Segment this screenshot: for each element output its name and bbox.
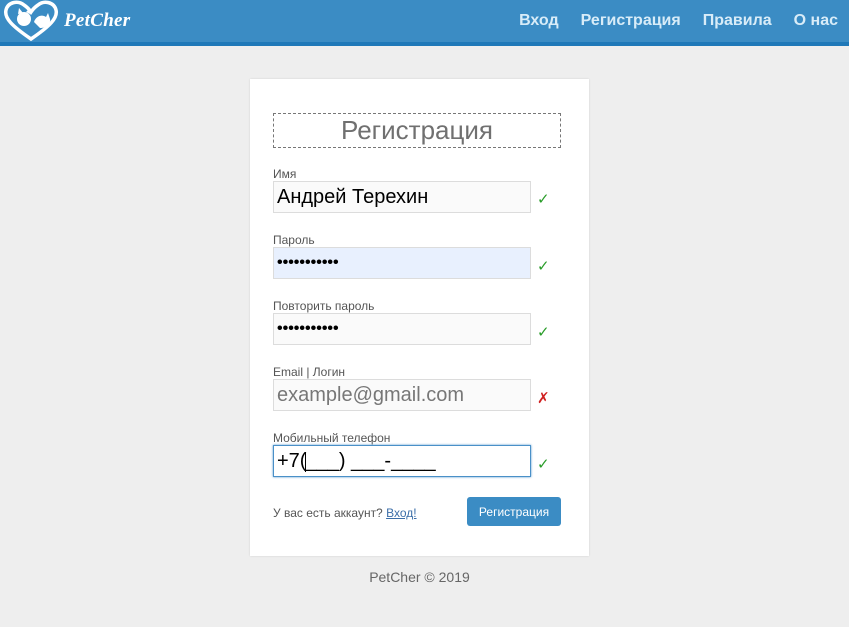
- phone-prefix: +7(: [277, 450, 307, 472]
- account-question: У вас есть аккаунт?: [273, 506, 383, 520]
- phone-input[interactable]: +7(___) ___-____: [273, 445, 531, 477]
- name-label: Имя: [273, 167, 297, 181]
- nav-about[interactable]: О нас: [794, 12, 838, 30]
- nav-register[interactable]: Регистрация: [581, 12, 681, 30]
- name-input[interactable]: Андрей Терехин: [273, 181, 531, 213]
- repeat-password-input[interactable]: •••••••••••: [273, 313, 531, 345]
- password-valid-check-icon: ✓: [537, 258, 550, 275]
- nav-login[interactable]: Вход: [519, 12, 559, 30]
- account-prompt: У вас есть аккаунт? Вход!: [273, 506, 417, 520]
- name-valid-check-icon: ✓: [537, 191, 550, 208]
- registration-card: Регистрация Имя Андрей Терехин ✓ Пароль …: [250, 79, 589, 556]
- heart-pets-icon: [2, 0, 60, 42]
- register-button[interactable]: Регистрация: [467, 497, 561, 526]
- phone-valid-check-icon: ✓: [537, 456, 550, 473]
- email-label: Email | Логин: [273, 365, 346, 379]
- password-label: Пароль: [273, 233, 315, 247]
- footer-copyright: PetCher © 2019: [369, 569, 470, 585]
- email-input[interactable]: example@gmail.com: [273, 379, 531, 411]
- nav-rules[interactable]: Правила: [703, 12, 772, 30]
- phone-label: Мобильный телефон: [273, 431, 391, 445]
- top-navbar: PetCher Вход Регистрация Правила О нас: [0, 0, 849, 46]
- password-input[interactable]: •••••••••••: [273, 247, 531, 279]
- repeat-password-label: Повторить пароль: [273, 299, 375, 313]
- phone-mask: ___) ___-____: [305, 450, 436, 472]
- logo-text: PetCher: [64, 10, 131, 31]
- logo[interactable]: PetCher: [2, 0, 131, 42]
- form-title: Регистрация: [273, 113, 561, 148]
- main-nav: Вход Регистрация Правила О нас: [508, 0, 849, 42]
- email-invalid-cross-icon: ✗: [537, 390, 550, 407]
- login-link[interactable]: Вход!: [386, 506, 416, 520]
- repeat-password-valid-check-icon: ✓: [537, 324, 550, 341]
